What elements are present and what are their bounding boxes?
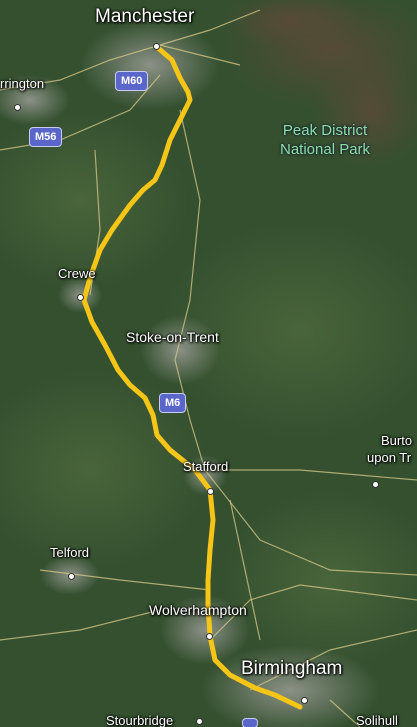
road-shield-m56[interactable]: M56	[29, 127, 63, 147]
label-peak-district[interactable]: Peak District National Park	[280, 121, 370, 159]
label-stourbridge[interactable]: Stourbridge	[106, 713, 173, 727]
telford-marker[interactable]	[68, 573, 75, 580]
label-burton-1[interactable]: Burto	[381, 433, 412, 448]
label-wolverhampton[interactable]: Wolverhampton	[149, 602, 247, 618]
label-warrington[interactable]: rrington	[0, 76, 44, 91]
map-view[interactable]: Manchester rrington Crewe Stoke-on-Trent…	[0, 0, 417, 727]
label-manchester[interactable]: Manchester	[95, 6, 194, 28]
burton-marker[interactable]	[372, 481, 379, 488]
wolverhampton-marker[interactable]	[206, 633, 213, 640]
urban-stoke	[140, 315, 220, 385]
park-line-2: National Park	[280, 141, 371, 158]
label-birmingham[interactable]: Birmingham	[241, 658, 342, 680]
label-crewe[interactable]: Crewe	[58, 266, 96, 281]
road-shield-partial[interactable]	[242, 718, 258, 727]
stafford-marker[interactable]	[207, 488, 214, 495]
label-stoke[interactable]: Stoke-on-Trent	[126, 329, 219, 345]
warrington-marker[interactable]	[14, 104, 21, 111]
crewe-marker[interactable]	[77, 294, 84, 301]
label-burton-2[interactable]: upon Tr	[367, 450, 411, 465]
label-telford[interactable]: Telford	[50, 545, 89, 560]
manchester-marker[interactable]	[153, 43, 160, 50]
label-solihull[interactable]: Solihull	[356, 713, 398, 727]
road-shield-m60[interactable]: M60	[115, 71, 149, 91]
road-shield-m6[interactable]: M6	[159, 393, 187, 413]
stourbridge-marker[interactable]	[196, 718, 203, 725]
label-stafford[interactable]: Stafford	[183, 459, 228, 474]
birmingham-marker[interactable]	[301, 697, 308, 704]
park-line-1: Peak District	[282, 122, 368, 139]
